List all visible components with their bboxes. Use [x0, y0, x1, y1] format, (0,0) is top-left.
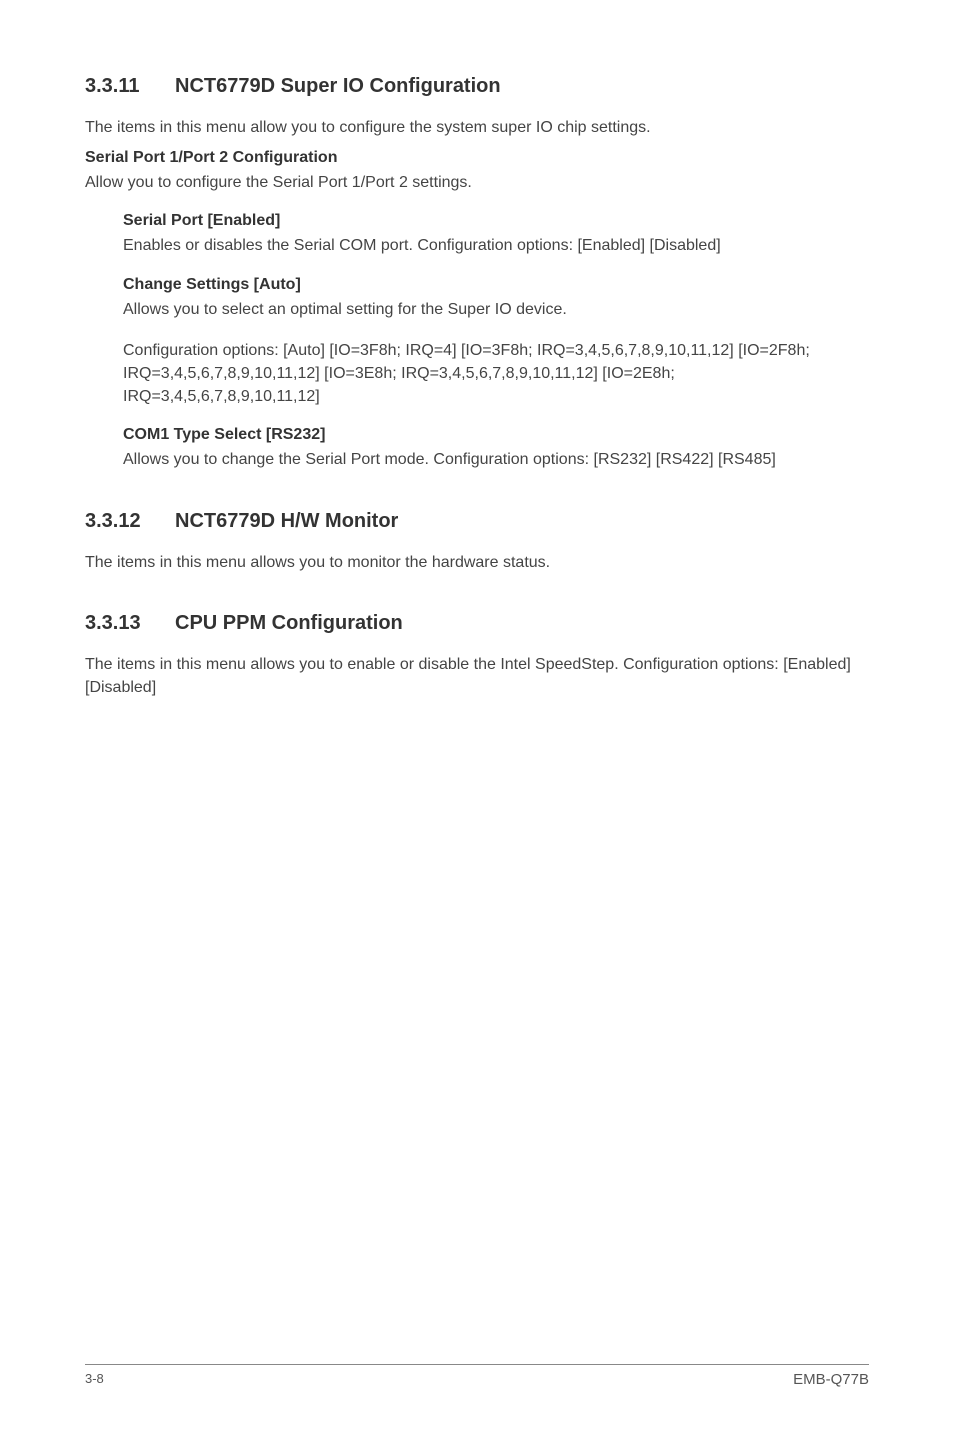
section-heading: 3.3.13 CPU PPM Configuration — [85, 612, 869, 635]
subsection-serial-port-config: Serial Port 1/Port 2 Configuration Allow… — [85, 149, 869, 471]
section-intro: The items in this menu allows you to mon… — [85, 551, 869, 574]
section-heading: 3.3.12 NCT6779D H/W Monitor — [85, 510, 869, 533]
section-title: CPU PPM Configuration — [175, 612, 403, 635]
item-text: Configuration options: [Auto] [IO=3F8h; … — [123, 339, 869, 409]
page-footer: 3-8 EMB-Q77B — [85, 1364, 869, 1388]
item-serial-port-enabled: Serial Port [Enabled] Enables or disable… — [123, 212, 869, 257]
item-com1-type-select: COM1 Type Select [RS232] Allows you to c… — [123, 426, 869, 471]
item-heading: COM1 Type Select [RS232] — [123, 426, 869, 444]
section-heading: 3.3.11 NCT6779D Super IO Configuration — [85, 75, 869, 98]
item-change-settings-auto: Change Settings [Auto] Allows you to sel… — [123, 276, 869, 409]
item-heading: Serial Port [Enabled] — [123, 212, 869, 230]
section-intro: The items in this menu allow you to conf… — [85, 116, 869, 139]
section-intro: The items in this menu allows you to ena… — [85, 653, 869, 699]
section-title: NCT6779D Super IO Configuration — [175, 75, 501, 98]
footer-product-name: EMB-Q77B — [793, 1371, 869, 1388]
section-title: NCT6779D H/W Monitor — [175, 510, 398, 533]
footer-page-number: 3-8 — [85, 1371, 104, 1388]
subsection-heading: Serial Port 1/Port 2 Configuration — [85, 149, 869, 167]
section-number: 3.3.13 — [85, 612, 175, 635]
section-3-3-13: 3.3.13 CPU PPM Configuration The items i… — [85, 612, 869, 699]
section-number: 3.3.11 — [85, 75, 175, 98]
section-number: 3.3.12 — [85, 510, 175, 533]
item-text: Allows you to change the Serial Port mod… — [123, 448, 869, 471]
subsection-text: Allow you to configure the Serial Port 1… — [85, 171, 869, 194]
section-3-3-12: 3.3.12 NCT6779D H/W Monitor The items in… — [85, 510, 869, 574]
item-text: Allows you to select an optimal setting … — [123, 298, 869, 321]
item-text: Enables or disables the Serial COM port.… — [123, 234, 869, 257]
item-heading: Change Settings [Auto] — [123, 276, 869, 294]
section-3-3-11: 3.3.11 NCT6779D Super IO Configuration T… — [85, 75, 869, 472]
